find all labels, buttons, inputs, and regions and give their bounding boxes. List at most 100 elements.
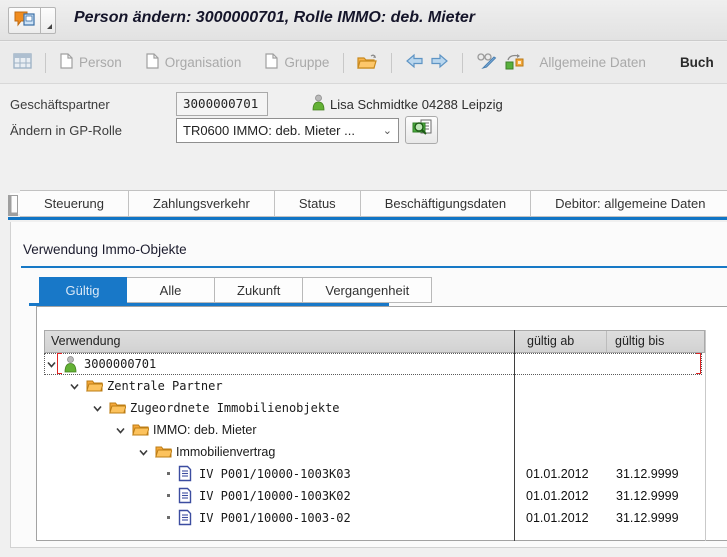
tree-row[interactable]: Zentrale Partner — [44, 375, 705, 397]
tree-row[interactable]: IMMO: deb. Mieter — [44, 419, 705, 441]
tab-label: Steuerung — [44, 196, 104, 211]
chevron-down-icon[interactable] — [115, 423, 127, 435]
role-detail-button[interactable] — [405, 116, 438, 144]
subtab[interactable]: Vergangenheit — [303, 277, 432, 303]
toolbar-separator — [45, 53, 46, 73]
tree-node-label: IV P001/10000-1003-02 — [199, 507, 351, 529]
new-person-label: Person — [79, 55, 122, 70]
tree-row[interactable]: IV P001/10000-1003K03 01.01.2012 31.12.9… — [44, 463, 705, 485]
tab-label: Beschäftigungsdaten — [385, 196, 506, 211]
tab[interactable]: Debitor: allgemeine Daten — [531, 190, 727, 217]
partner-name-text: Lisa Schmidtke 04288 Leipzig — [330, 97, 503, 112]
valid-from-value: 01.01.2012 — [522, 485, 608, 507]
tree-row[interactable]: 3000000701 — [44, 353, 705, 375]
subtab[interactable]: Gültig — [39, 277, 127, 303]
previous-button[interactable] — [402, 51, 427, 74]
glasses-pencil-icon — [476, 52, 498, 73]
selection-marker-left — [57, 353, 62, 374]
subtab[interactable]: Alle — [127, 277, 215, 303]
leaf-bullet-icon — [167, 516, 170, 519]
tab-content-panel: Verwendung Immo-Objekte Gültig Alle Zuku… — [10, 222, 727, 548]
services-for-object-menu-button[interactable] — [41, 7, 56, 34]
leaf-bullet-icon — [167, 472, 170, 475]
tree-table-header: Verwendung gültig ab gültig bis — [44, 330, 705, 353]
new-gruppe-button[interactable]: Gruppe — [261, 50, 333, 75]
allgemeine-daten-label: Allgemeine Daten — [539, 55, 646, 70]
tree-node-label: Zentrale Partner — [107, 375, 223, 397]
application-toolbar: Person Organisation Gruppe — [0, 42, 727, 84]
tree-rows: 3000000701 — [44, 353, 705, 529]
tree-row[interactable]: IV P001/10000-1003-02 01.01.2012 31.12.9… — [44, 507, 705, 529]
services-for-object-icon — [14, 10, 36, 31]
tab-scroller-icon[interactable] — [8, 195, 18, 216]
new-document-icon — [265, 53, 278, 72]
validity-subtabs: Gültig Alle Zukunft Vergangenheit — [39, 277, 432, 303]
display-change-toggle-button[interactable] — [473, 50, 501, 75]
tab[interactable]: Status — [275, 190, 361, 217]
arrow-left-icon — [405, 53, 424, 72]
tree-node-label: Zugeordnete Immobilienobjekte — [130, 397, 340, 419]
allgemeine-daten-button[interactable]: Allgemeine Daten — [535, 52, 650, 73]
subtab-label: Gültig — [66, 283, 100, 298]
folder-open-icon — [86, 377, 103, 398]
document-icon — [178, 487, 192, 509]
tree-row[interactable]: Zugeordnete Immobilienobjekte — [44, 397, 705, 419]
section-underline — [21, 266, 727, 268]
new-person-button[interactable]: Person — [56, 50, 126, 75]
partner-number-field[interactable]: 3000000701 — [176, 92, 268, 116]
role-field-label: Ändern in GP-Rolle — [10, 123, 122, 138]
tab-label: Debitor: allgemeine Daten — [555, 196, 705, 211]
tab[interactable]: Beschäftigungsdaten — [361, 190, 531, 217]
open-partner-button[interactable] — [354, 51, 381, 75]
selection-marker-right — [696, 353, 701, 374]
leaf-bullet-icon — [167, 494, 170, 497]
column-header-gueltig-bis: gültig bis — [615, 334, 664, 348]
tree-row[interactable]: IV P001/10000-1003K02 01.01.2012 31.12.9… — [44, 485, 705, 507]
folder-open-icon — [132, 421, 149, 442]
switch-between-icon — [504, 52, 524, 73]
services-for-object-button[interactable] — [8, 7, 41, 34]
toolbar-separator — [343, 53, 344, 73]
main-tabstrip: Steuerung Zahlungsverkehr Status Beschäf… — [0, 190, 727, 220]
subtab-label: Zukunft — [237, 283, 280, 298]
column-header-verwendung: Verwendung — [51, 334, 121, 348]
folder-open-icon — [357, 53, 378, 73]
tab[interactable]: Steuerung — [20, 190, 129, 217]
tab[interactable]: Zahlungsverkehr — [129, 190, 275, 217]
page-title: Person ändern: 3000000701, Rolle IMMO: d… — [74, 9, 475, 27]
subtab-label: Vergangenheit — [325, 283, 409, 298]
next-button[interactable] — [427, 51, 452, 74]
new-organisation-button[interactable]: Organisation — [142, 50, 246, 75]
new-document-icon — [60, 53, 73, 72]
subtab[interactable]: Zukunft — [215, 277, 303, 303]
toolbar-separator — [462, 53, 463, 73]
partner-field-label: Geschäftspartner — [10, 97, 110, 112]
gp-role-dropdown[interactable]: TR0600 IMMO: deb. Mieter ... ⌄ — [176, 118, 399, 143]
magnifier-document-icon — [411, 119, 433, 141]
sap-window: Person ändern: 3000000701, Rolle IMMO: d… — [0, 0, 727, 557]
toolbar-separator — [391, 53, 392, 73]
overview-grid-button[interactable] — [10, 51, 35, 74]
gp-role-value: TR0600 IMMO: deb. Mieter ... — [183, 123, 379, 138]
tab-label: Zahlungsverkehr — [153, 196, 250, 211]
tree-node-label: 3000000701 — [84, 353, 156, 375]
chevron-down-icon[interactable] — [138, 445, 150, 457]
valid-from-value: 01.01.2012 — [522, 507, 608, 529]
tree-node-label: IV P001/10000-1003K02 — [199, 485, 351, 507]
valid-to-value: 31.12.9999 — [616, 507, 702, 529]
subtab-label: Alle — [160, 283, 182, 298]
section-title: Verwendung Immo-Objekte — [23, 242, 187, 257]
buchhaltung-button[interactable]: Buch — [676, 52, 718, 73]
buchhaltung-label: Buch — [680, 55, 714, 70]
chevron-down-icon[interactable] — [69, 379, 81, 391]
tab-label: Status — [299, 196, 336, 211]
tree-node-label: IMMO: deb. Mieter — [153, 419, 257, 441]
grid-icon — [13, 53, 32, 72]
tree-row[interactable]: Immobilienvertrag — [44, 441, 705, 463]
main-tabs: Steuerung Zahlungsverkehr Status Beschäf… — [20, 190, 727, 217]
tree-node-label: IV P001/10000-1003K03 — [199, 463, 351, 485]
new-gruppe-label: Gruppe — [284, 55, 329, 70]
switch-partner-button[interactable] — [501, 50, 527, 75]
arrow-right-icon — [430, 53, 449, 72]
chevron-down-icon[interactable] — [92, 401, 104, 413]
